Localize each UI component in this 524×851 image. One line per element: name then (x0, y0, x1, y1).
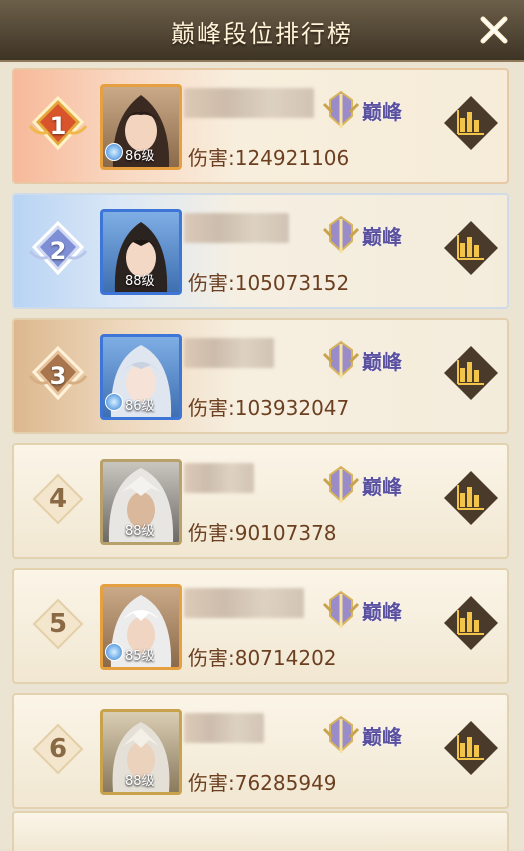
avatar[interactable]: 88级 (100, 209, 182, 295)
level-label: 88级 (125, 274, 155, 289)
level-label: 86级 (125, 399, 155, 414)
tier-badge: 巅峰 (322, 340, 448, 380)
peak-tier-emblem-icon (322, 715, 360, 753)
damage-value: 伤害:105073152 (188, 271, 350, 295)
ranking-row[interactable]: 3 86级 伤害:103932047 巅峰 (12, 318, 509, 434)
ranking-row[interactable]: 4 88级 伤害:90107378 巅峰 (12, 443, 509, 559)
stats-chart-icon[interactable] (442, 469, 500, 527)
peak-tier-emblem-icon (322, 340, 360, 378)
damage-value: 伤害:124921106 (188, 146, 350, 170)
tier-badge: 巅峰 (322, 90, 448, 130)
avatar[interactable]: 86级 (100, 84, 182, 170)
element-gem-icon (105, 143, 123, 161)
avatar[interactable]: 88级 (100, 709, 182, 795)
player-name-blurred (184, 338, 274, 368)
rank-badge: 6 (32, 723, 84, 775)
stats-chart-icon[interactable] (442, 219, 500, 277)
tier-label: 巅峰 (362, 475, 402, 499)
rank-badge: 4 (32, 473, 84, 525)
tier-badge: 巅峰 (322, 590, 448, 630)
rank-number: 3 (49, 362, 67, 390)
stats-chart-icon[interactable] (442, 719, 500, 777)
ranking-list[interactable]: 1 86级 伤害:124921106 巅峰 2 88级 伤害:105073152… (0, 62, 524, 851)
player-name-blurred (184, 88, 314, 118)
tier-badge: 巅峰 (322, 215, 448, 255)
tier-label: 巅峰 (362, 600, 402, 624)
damage-value: 伤害:76285949 (188, 771, 337, 795)
level-label: 88级 (125, 774, 155, 789)
peak-tier-emblem-icon (322, 90, 360, 128)
rank-number: 6 (48, 734, 68, 764)
stats-chart-icon[interactable] (442, 344, 500, 402)
tier-label: 巅峰 (362, 725, 402, 749)
tier-badge: 巅峰 (322, 715, 448, 755)
peak-tier-emblem-icon (322, 215, 360, 253)
damage-value: 伤害:80714202 (188, 646, 337, 670)
rank-number: 2 (49, 237, 67, 265)
rank-badge: 5 (32, 598, 84, 650)
damage-value: 伤害:103932047 (188, 396, 350, 420)
stats-chart-icon[interactable] (442, 594, 500, 652)
peak-tier-emblem-icon (322, 590, 360, 628)
avatar[interactable]: 85级 (100, 584, 182, 670)
avatar[interactable]: 88级 (100, 459, 182, 545)
level-label: 88级 (125, 524, 155, 539)
tier-label: 巅峰 (362, 100, 402, 124)
ranking-row[interactable]: 2 88级 伤害:105073152 巅峰 (12, 193, 509, 309)
rank-number: 4 (48, 484, 68, 514)
element-gem-icon (105, 393, 123, 411)
tier-badge: 巅峰 (322, 465, 448, 505)
player-name-blurred (184, 588, 304, 618)
close-icon[interactable] (478, 14, 510, 46)
player-name-blurred (184, 713, 264, 743)
ranking-row[interactable]: 6 88级 伤害:76285949 巅峰 (12, 693, 509, 809)
ranking-row-partial[interactable] (12, 811, 509, 851)
tier-label: 巅峰 (362, 225, 402, 249)
element-gem-icon (105, 643, 123, 661)
rank-number: 1 (49, 112, 67, 140)
tier-label: 巅峰 (362, 350, 402, 374)
ranking-row[interactable]: 1 86级 伤害:124921106 巅峰 (12, 68, 509, 184)
page-title: 巅峰段位排行榜 (171, 20, 353, 48)
player-name-blurred (184, 463, 254, 493)
ranking-row[interactable]: 5 85级 伤害:80714202 巅峰 (12, 568, 509, 684)
avatar[interactable]: 86级 (100, 334, 182, 420)
level-label: 86级 (125, 149, 155, 164)
title-bar: 巅峰段位排行榜 (0, 0, 524, 62)
stats-chart-icon[interactable] (442, 94, 500, 152)
level-label: 85级 (125, 649, 155, 664)
damage-value: 伤害:90107378 (188, 521, 337, 545)
peak-tier-emblem-icon (322, 465, 360, 503)
rank-number: 5 (48, 609, 68, 639)
player-name-blurred (184, 213, 289, 243)
